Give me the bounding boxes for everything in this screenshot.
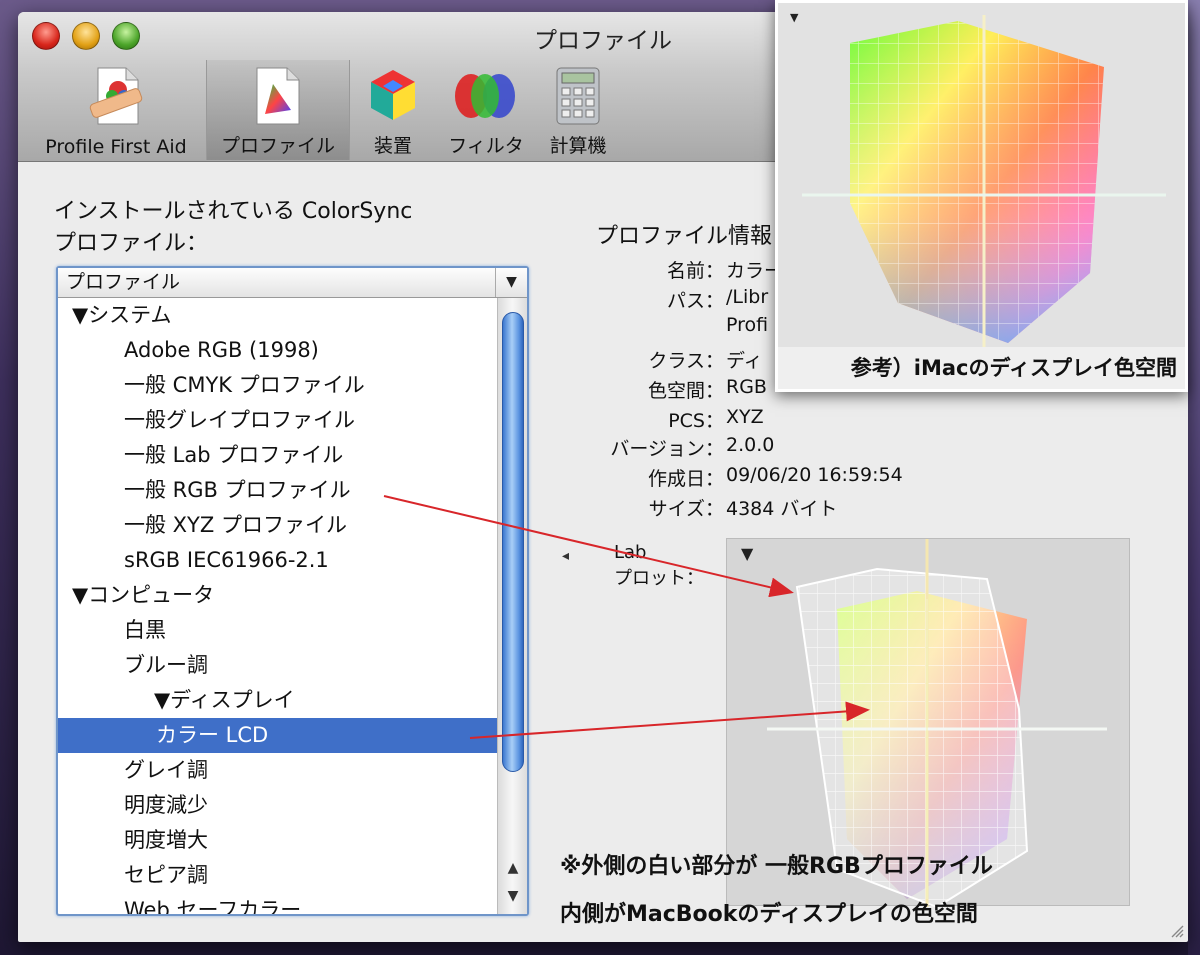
arrow-to-outer-gamut [383, 495, 794, 598]
inset-caption: 参考）iMacのディスプレイ色空間 [778, 347, 1185, 389]
inset-triangle-icon: ▼ [790, 11, 799, 24]
imac-gamut-plot-graphic [802, 15, 1166, 347]
arrow-to-inner-gamut [469, 701, 870, 739]
imac-gamut-inset: ▼ 参考）iMacのディスプレイ色空間 [775, 0, 1188, 392]
